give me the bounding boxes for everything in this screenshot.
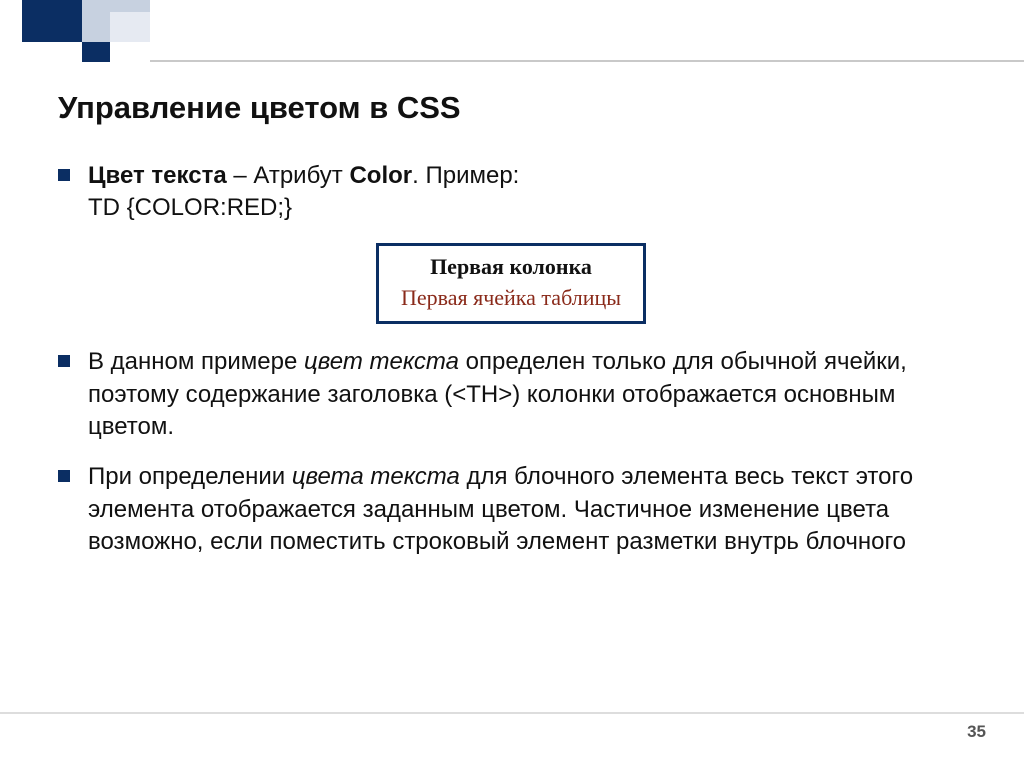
- bullet-marker-icon: [58, 355, 70, 367]
- text: В данном примере: [88, 348, 304, 375]
- bullet-item: В данном примере цвет текста определен т…: [58, 346, 964, 443]
- example-th: Первая колонка: [401, 252, 621, 282]
- header-rule: [150, 60, 1024, 62]
- bullet-item: Цвет текста – Атрибут Color. Пример: TD …: [58, 160, 964, 225]
- bullet-item: При определении цвета текста для блочног…: [58, 461, 964, 558]
- decoration-square: [110, 0, 150, 12]
- footer-rule: [0, 712, 1024, 714]
- slide: Управление цветом в CSS Цвет текста – Ат…: [0, 0, 1024, 768]
- example-box-wrap: Первая колонка Первая ячейка таблицы: [58, 243, 964, 324]
- bullet-text: Цвет текста – Атрибут Color. Пример: TD …: [88, 160, 964, 225]
- page-number: 35: [967, 722, 986, 742]
- text-bold: Color: [349, 162, 412, 189]
- bullet-marker-icon: [58, 470, 70, 482]
- slide-title: Управление цветом в CSS: [58, 90, 461, 126]
- text-bold: Цвет текста: [88, 162, 227, 189]
- bullet-marker-icon: [58, 169, 70, 181]
- code-text: TD {COLOR:: [88, 194, 227, 221]
- text: – Атрибут: [227, 162, 350, 189]
- decoration-square: [82, 0, 110, 42]
- text-italic: цвета текста: [292, 463, 460, 490]
- bullet-text: При определении цвета текста для блочног…: [88, 461, 964, 558]
- text: При определении: [88, 463, 292, 490]
- slide-content: Цвет текста – Атрибут Color. Пример: TD …: [58, 160, 964, 577]
- text-italic: цвет текста: [304, 348, 459, 375]
- example-table-box: Первая колонка Первая ячейка таблицы: [376, 243, 646, 324]
- decoration-square: [82, 42, 110, 62]
- code-text: ;}: [277, 194, 292, 221]
- code-text: RED: [227, 194, 278, 221]
- text: . Пример:: [412, 162, 519, 189]
- decoration-square: [110, 12, 150, 42]
- bullet-text: В данном примере цвет текста определен т…: [88, 346, 964, 443]
- example-td: Первая ячейка таблицы: [401, 283, 621, 313]
- decoration-square: [22, 0, 82, 42]
